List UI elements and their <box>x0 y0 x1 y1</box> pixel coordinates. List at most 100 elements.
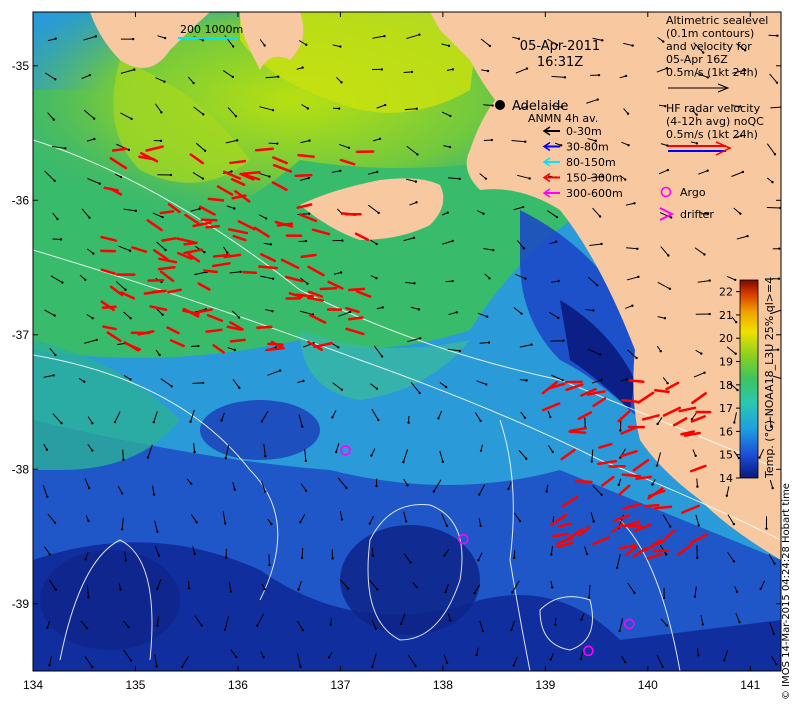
velocity-vector-head <box>667 254 670 257</box>
velocity-vector-head <box>732 560 736 563</box>
lon-tick-label: 139 <box>535 678 555 692</box>
velocity-vector-head <box>776 348 780 351</box>
velocity-vector-head <box>732 522 736 526</box>
velocity-vector-head <box>484 177 488 180</box>
velocity-vector-head <box>412 236 416 239</box>
hf-radar-vector <box>643 503 660 508</box>
velocity-vector-head <box>694 454 697 458</box>
velocity-vector-head <box>119 588 122 591</box>
velocity-vector-head <box>341 239 344 242</box>
velocity-vector-head <box>661 665 664 668</box>
velocity-vector-head <box>231 45 235 48</box>
velocity-vector-head <box>339 45 342 48</box>
velocity-vector-head <box>180 665 184 669</box>
velocity-vector-head <box>300 556 304 560</box>
velocity-vector-head <box>554 240 558 243</box>
velocity-vector-head <box>734 278 737 282</box>
velocity-vector-head <box>127 148 131 152</box>
velocity-vector-head <box>458 177 461 181</box>
hf-radar-vector <box>183 241 198 246</box>
velocity-vector-head <box>120 527 124 531</box>
velocity-vector-head <box>418 33 421 36</box>
velocity-vector-head <box>525 457 528 460</box>
velocity-vector-head <box>592 520 595 523</box>
colorbar-tick-label: 20 <box>719 332 733 345</box>
velocity-vector-head <box>771 180 774 184</box>
velocity-vector-head <box>662 40 665 43</box>
velocity-vector-head <box>631 304 634 307</box>
velocity-vector-head <box>775 662 778 666</box>
velocity-vector-head <box>304 239 308 243</box>
adelaide-marker <box>495 100 505 110</box>
velocity-vector-head <box>203 250 206 254</box>
lat-tick-label: -37 <box>12 328 30 342</box>
velocity-vector-head <box>475 653 478 657</box>
hf-radar-vector <box>654 389 670 394</box>
velocity-vector-head <box>631 44 634 47</box>
velocity-vector-head <box>157 554 161 557</box>
velocity-vector-head <box>492 248 495 252</box>
velocity-vector-head <box>87 596 90 599</box>
velocity-vector-head <box>347 146 351 150</box>
hf-radar-vector <box>266 346 284 352</box>
lon-tick-label: 138 <box>433 678 453 692</box>
velocity-vector-head <box>235 139 239 142</box>
velocity-vector-head <box>448 145 452 149</box>
velocity-vector-head <box>444 590 447 594</box>
velocity-vector-head <box>473 592 476 595</box>
velocity-vector-head <box>784 378 786 380</box>
velocity-vector-head <box>299 665 302 668</box>
hf-radar-vector <box>207 197 225 202</box>
velocity-vector-head <box>113 420 117 424</box>
velocity-vector-head <box>626 112 630 115</box>
velocity-vector-head <box>623 178 627 181</box>
temperature-colorbar: 22 21 20 19 18 17 16 15 14 Temp. (°C) NOAA18_L3U… <box>719 277 776 485</box>
velocity-vector-head <box>91 665 94 669</box>
velocity-vector-head <box>163 36 167 40</box>
velocity-vector-head <box>233 207 236 210</box>
velocity-vector-head <box>759 587 762 591</box>
velocity-vector-head <box>93 137 96 141</box>
velocity-vector-head <box>697 524 700 527</box>
velocity-vector-head <box>87 486 91 490</box>
velocity-vector-head <box>377 211 380 215</box>
velocity-vector-head <box>625 378 629 381</box>
velocity-vector-head <box>451 239 454 243</box>
velocity-vector-head <box>61 281 64 284</box>
velocity-vector-head <box>518 519 522 523</box>
velocity-vector-head <box>378 137 382 141</box>
velocity-vector-head <box>447 44 451 48</box>
velocity-vector-head <box>88 216 91 219</box>
velocity-vector <box>192 382 204 384</box>
lon-tick-label: 140 <box>638 678 658 692</box>
velocity-vector-head <box>776 34 779 37</box>
velocity-vector-head <box>507 487 510 491</box>
velocity-vector-head <box>624 74 628 78</box>
hf-radar-vector <box>635 475 653 480</box>
velocity-vector-head <box>278 369 282 372</box>
velocity-vector-head <box>124 288 127 291</box>
velocity-vector-head <box>54 353 57 357</box>
velocity-vector-head <box>479 419 482 423</box>
velocity-vector-head <box>455 311 458 314</box>
hf-radar-vector <box>242 270 258 274</box>
velocity-vector-head <box>524 277 527 280</box>
hf-radar-vector <box>241 171 261 176</box>
velocity-vector-head <box>169 173 173 177</box>
velocity-vector-head <box>331 557 334 560</box>
velocity-vector-head <box>161 313 164 316</box>
hf-radar-vector <box>297 153 315 159</box>
velocity-vector-head <box>735 590 739 594</box>
velocity-vector <box>268 554 270 566</box>
velocity-vector-head <box>334 450 338 454</box>
velocity-vector-head <box>491 104 494 107</box>
velocity-vector-head <box>655 464 659 467</box>
hf-radar-vector <box>574 479 593 484</box>
colorbar-tick-label: 16 <box>719 425 733 438</box>
lon-tick-label: 141 <box>740 678 760 692</box>
velocity-vector-head <box>666 381 669 385</box>
velocity-vector-head <box>95 338 98 342</box>
velocity-vector-head <box>416 153 419 156</box>
anmn-legend-label: 80-150m <box>566 156 616 169</box>
hf-radar-vector <box>256 325 273 329</box>
